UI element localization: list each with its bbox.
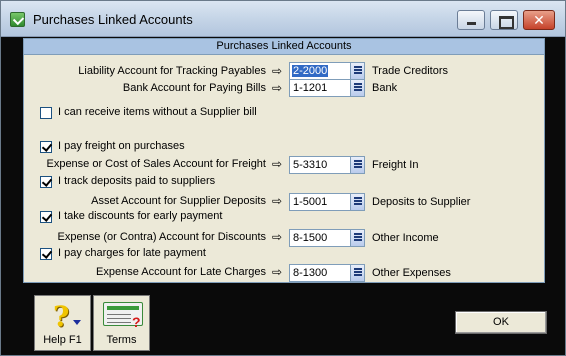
dialog-window: Purchases Linked Accounts ✕ Purchases Li…	[0, 0, 566, 356]
discounts-account-name: Other Income	[372, 232, 439, 244]
take-discounts-checkbox[interactable]	[40, 211, 52, 223]
list-lookup-icon[interactable]	[350, 157, 364, 173]
list-lookup-icon[interactable]	[350, 80, 364, 96]
bank-label: Bank Account for Paying Bills	[122, 82, 266, 94]
dropdown-caret-icon	[73, 320, 81, 325]
app-icon	[10, 12, 25, 27]
arrow-link-icon[interactable]: ⇨	[272, 195, 286, 207]
question-mark-icon: ?	[132, 314, 141, 330]
terms-button-label: Terms	[106, 334, 137, 346]
arrow-link-icon[interactable]: ⇨	[272, 65, 286, 77]
help-button-label: Help F1	[43, 334, 82, 346]
pay-freight-checkbox[interactable]	[40, 141, 52, 153]
late-account-name: Other Expenses	[372, 267, 451, 279]
freight-account-field[interactable]: 5-3310	[289, 156, 365, 174]
linked-accounts-panel: Purchases Linked Accounts Liability Acco…	[23, 38, 545, 283]
deposits-account-field[interactable]: 1-5001	[289, 193, 365, 211]
liability-account-field[interactable]: 2-2000	[289, 62, 365, 80]
arrow-link-icon[interactable]: ⇨	[272, 82, 286, 94]
pay-freight-label: I pay freight on purchases	[58, 140, 185, 152]
bank-account-name: Bank	[372, 82, 398, 94]
discounts-account-value: 8-1500	[293, 232, 328, 244]
help-button[interactable]: ? Help F1	[34, 295, 91, 351]
list-lookup-icon[interactable]	[350, 194, 364, 210]
late-label: Expense Account for Late Charges	[96, 266, 266, 278]
pay-late-checkbox[interactable]	[40, 248, 52, 260]
help-icon: ?	[53, 300, 70, 333]
liability-account-name: Trade Creditors	[372, 65, 449, 77]
title-bar[interactable]: Purchases Linked Accounts ✕	[1, 1, 565, 37]
arrow-link-icon[interactable]: ⇨	[272, 266, 286, 278]
bank-account-value: 1-1201	[293, 82, 328, 94]
discounts-label: Expense (or Contra) Account for Discount…	[57, 231, 266, 243]
list-lookup-icon[interactable]	[350, 265, 364, 281]
pay-late-label: I pay charges for late payment	[58, 247, 206, 259]
list-lookup-icon[interactable]	[350, 63, 364, 79]
track-deposits-label: I track deposits paid to suppliers	[58, 175, 216, 187]
maximize-button[interactable]	[490, 10, 518, 30]
liability-account-value: 2-2000	[292, 65, 329, 77]
arrow-link-icon[interactable]: ⇨	[272, 158, 286, 170]
ok-button-label: OK	[493, 316, 509, 328]
deposits-account-value: 1-5001	[293, 196, 328, 208]
liability-label: Liability Account for Tracking Payables	[78, 65, 266, 77]
receive-without-bill-checkbox[interactable]	[40, 107, 52, 119]
minimize-button[interactable]	[457, 10, 485, 30]
panel-header: Purchases Linked Accounts	[24, 39, 544, 55]
ok-button[interactable]: OK	[455, 311, 547, 334]
terms-button[interactable]: ? Terms	[93, 295, 150, 351]
discounts-account-field[interactable]: 8-1500	[289, 229, 365, 247]
late-account-field[interactable]: 8-1300	[289, 264, 365, 282]
deposits-account-name: Deposits to Supplier	[372, 196, 471, 208]
freight-account-value: 5-3310	[293, 159, 328, 171]
minimize-icon	[458, 11, 484, 29]
track-deposits-checkbox[interactable]	[40, 176, 52, 188]
receive-without-bill-label: I can receive items without a Supplier b…	[58, 106, 257, 118]
maximize-icon	[491, 11, 517, 29]
window-title: Purchases Linked Accounts	[33, 12, 193, 27]
deposits-label: Asset Account for Supplier Deposits	[91, 195, 266, 207]
arrow-link-icon[interactable]: ⇨	[272, 231, 286, 243]
take-discounts-label: I take discounts for early payment	[58, 210, 223, 222]
freight-account-name: Freight In	[372, 159, 419, 171]
freight-label: Expense or Cost of Sales Account for Fre…	[46, 158, 266, 170]
close-button[interactable]: ✕	[523, 10, 555, 30]
late-account-value: 8-1300	[293, 267, 328, 279]
close-icon: ✕	[533, 12, 545, 28]
bank-account-field[interactable]: 1-1201	[289, 79, 365, 97]
list-lookup-icon[interactable]	[350, 230, 364, 246]
